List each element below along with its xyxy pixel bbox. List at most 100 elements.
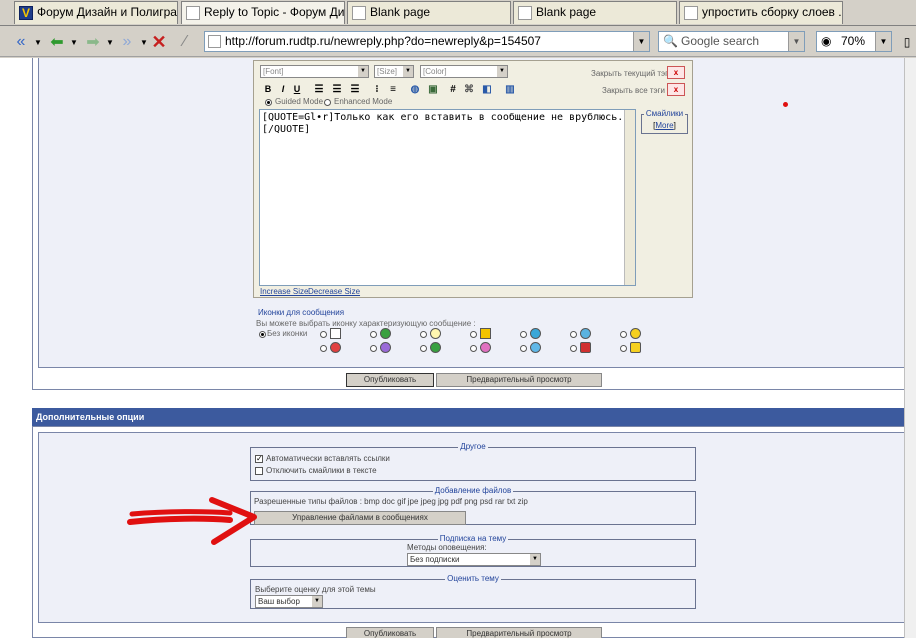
smilies-more-link[interactable]: More — [655, 121, 673, 130]
insert-image-icon[interactable]: ▣ — [426, 83, 440, 96]
preview-button[interactable]: Предварительный просмотр — [436, 373, 602, 387]
close-all-tags-button[interactable]: x — [667, 83, 685, 96]
fast-forward-icon[interactable]: » — [114, 31, 140, 53]
publish-button[interactable]: Опубликовать — [346, 373, 434, 387]
align-left-icon[interactable]: ☰ — [312, 83, 326, 96]
warning-icon — [480, 328, 491, 339]
icon-radio[interactable] — [520, 331, 527, 338]
chevron-down-icon[interactable]: ▼ — [875, 32, 891, 51]
chevron-down-icon[interactable]: ▼ — [140, 31, 148, 53]
textarea-scrollbar[interactable] — [624, 110, 635, 285]
post-icons-title: Иконки для сообщения — [258, 308, 345, 317]
tab-overflow[interactable]: e — [0, 1, 10, 24]
tab-forum[interactable]: V Форум Дизайн и Полигра... — [14, 1, 178, 24]
tab-blank-page-2[interactable]: Blank page — [513, 1, 677, 24]
attach-legend: Добавление файлов — [251, 486, 695, 495]
page-icon — [352, 6, 366, 20]
forward-arrow-icon[interactable]: ➡ — [80, 31, 106, 53]
address-bar[interactable]: http://forum.rudtp.ru/newreply.php?do=ne… — [204, 31, 650, 52]
icon-radio[interactable] — [520, 345, 527, 352]
numbered-list-icon[interactable]: ⁝ — [370, 83, 384, 96]
tab-label: Blank page — [536, 5, 597, 19]
notify-method-value: Без подписки — [410, 555, 460, 564]
decrease-size-link[interactable]: Decrease Size — [308, 287, 360, 296]
tab-reply-to-topic[interactable]: Reply to Topic - Форум Ди... — [181, 1, 345, 24]
tongue-smiley-icon — [480, 342, 491, 353]
align-right-icon[interactable]: ☰ — [348, 83, 362, 96]
icon-radio[interactable] — [570, 331, 577, 338]
size-select[interactable]: [Size] ▼ — [374, 65, 414, 78]
guided-mode-radio[interactable] — [265, 99, 272, 106]
bulleted-list-icon[interactable]: ≡ — [386, 83, 400, 96]
back-arrow-icon[interactable]: ⬅ — [44, 31, 70, 53]
publish-button-bottom[interactable]: Опубликовать — [346, 627, 434, 638]
color-select[interactable]: [Color] ▼ — [420, 65, 508, 78]
rate-select[interactable]: Ваш выбор ▼ — [255, 595, 323, 608]
smilies-more-wrap: [More] — [653, 121, 676, 130]
tab-layers[interactable]: упростить сборку слоев ... — [679, 1, 843, 24]
code-hash-icon[interactable]: # — [448, 83, 458, 96]
pen-icon[interactable]: ⁄ — [174, 31, 196, 53]
disable-smilies-checkbox[interactable] — [255, 467, 263, 475]
underline-button[interactable]: U — [292, 83, 302, 96]
close-current-tag-button[interactable]: x — [667, 66, 685, 79]
notify-method-select[interactable]: Без подписки ▼ — [407, 553, 541, 566]
cool-smiley-icon — [580, 328, 591, 339]
insert-link-icon[interactable]: ◍ — [408, 83, 422, 96]
subscribe-legend: Подписка на тему — [251, 534, 695, 543]
font-select-value: [Font] — [263, 67, 284, 76]
search-input[interactable]: 🔍 Google search ▼ — [658, 31, 805, 52]
chevron-down-icon: ▼ — [358, 66, 368, 77]
tab-label: Reply to Topic - Форум Ди... — [204, 5, 345, 19]
chevron-down-icon[interactable]: ▼ — [70, 31, 78, 53]
chevron-down-icon[interactable]: ▼ — [788, 32, 804, 51]
increase-size-link[interactable]: Increase Size — [260, 287, 308, 296]
rate-legend: Оценить тему — [251, 574, 695, 583]
extra-toolbar-icon[interactable]: ▯ — [898, 31, 916, 53]
other-legend: Другое — [251, 442, 695, 451]
preview-button-bottom[interactable]: Предварительный просмотр — [436, 627, 602, 638]
font-select[interactable]: [Font] ▼ — [260, 65, 369, 78]
thumbs-down-icon — [580, 342, 591, 353]
message-line-1: [QUOTE=Gl•r]Только как его вставить в со… — [262, 112, 636, 123]
red-arrow-icon — [127, 497, 257, 545]
auto-links-checkbox[interactable]: ✓ — [255, 455, 263, 463]
tab-label: Blank page — [370, 5, 431, 19]
icon-radio[interactable] — [420, 345, 427, 352]
icon-radio[interactable] — [320, 331, 327, 338]
message-textarea[interactable]: [QUOTE=Gl•r]Только как его вставить в со… — [259, 109, 636, 286]
stop-icon[interactable]: ✕ — [148, 31, 170, 53]
icon-radio[interactable] — [470, 331, 477, 338]
attachments-fieldset: Добавление файлов Разрешенные типы файло… — [250, 486, 696, 525]
align-center-icon[interactable]: ☰ — [330, 83, 344, 96]
icon-radio[interactable] — [620, 331, 627, 338]
tab-blank-page-1[interactable]: Blank page — [347, 1, 511, 24]
chevron-down-icon[interactable]: ▼ — [34, 31, 42, 53]
html-code-icon[interactable]: ⌘ — [462, 83, 476, 96]
icon-radio[interactable] — [470, 345, 477, 352]
page-scrollbar[interactable] — [904, 58, 916, 638]
italic-button[interactable]: I — [278, 83, 288, 96]
no-icon-radio[interactable] — [259, 331, 266, 338]
chevron-down-icon[interactable]: ▼ — [106, 31, 114, 53]
bold-button[interactable]: B — [263, 83, 273, 96]
quote-icon[interactable]: ▥ — [502, 83, 518, 96]
manage-files-button[interactable]: Управление файлами в сообщениях — [254, 511, 466, 525]
php-code-icon[interactable]: ◧ — [480, 83, 494, 96]
icon-radio[interactable] — [370, 345, 377, 352]
chevron-down-icon: ▼ — [403, 66, 413, 77]
back-to-start-icon[interactable]: « — [6, 31, 36, 53]
icon-radio[interactable] — [370, 331, 377, 338]
icon-radio[interactable] — [420, 331, 427, 338]
icon-radio[interactable] — [320, 345, 327, 352]
zoom-select[interactable]: ◉ 70% ▼ — [816, 31, 892, 52]
page-icon — [208, 35, 221, 48]
enhanced-mode-radio[interactable] — [324, 99, 331, 106]
auto-links-label: Автоматически вставлять ссылки — [266, 454, 390, 463]
other-legend-text: Другое — [458, 442, 488, 451]
chevron-down-icon[interactable]: ▼ — [633, 32, 649, 51]
icon-radio[interactable] — [570, 345, 577, 352]
tab-label: упростить сборку слоев ... — [702, 5, 843, 19]
icon-radio[interactable] — [620, 345, 627, 352]
search-placeholder: Google search — [681, 34, 760, 48]
